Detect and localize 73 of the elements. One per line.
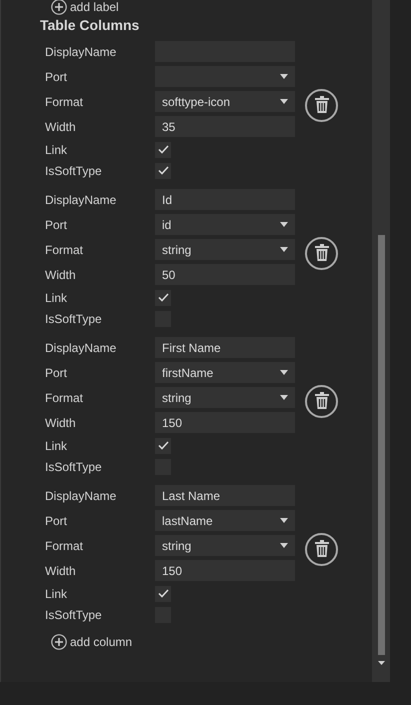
field-label: Width <box>45 562 77 580</box>
field-label: Link <box>45 438 68 454</box>
field-label: Link <box>45 142 68 158</box>
field-label: DisplayName <box>45 340 118 356</box>
dropdown-field[interactable] <box>155 66 295 87</box>
section-title: Table Columns <box>40 16 140 35</box>
caret-down-icon <box>280 74 288 79</box>
text-field[interactable]: Last Name <box>155 485 295 506</box>
field-label: Width <box>45 266 77 284</box>
field-label: DisplayName <box>45 488 118 504</box>
field-label: Port <box>45 512 68 530</box>
checkmark-icon <box>158 166 168 175</box>
text-field[interactable]: 50 <box>155 264 295 285</box>
field-label: Link <box>45 290 68 306</box>
caret-down-icon <box>280 543 288 548</box>
scroll-down-arrow-icon[interactable] <box>378 661 384 665</box>
checkmark-icon <box>158 589 168 598</box>
field-label: DisplayName <box>45 192 118 208</box>
dropdown-field[interactable]: string <box>155 387 295 408</box>
field-label: Link <box>45 586 68 602</box>
dropdown-field[interactable]: id <box>155 214 295 235</box>
plus-circle-icon <box>51 0 67 15</box>
field-label: Width <box>45 118 77 136</box>
trash-icon <box>314 96 330 114</box>
field-label: IsSoftType <box>45 458 103 476</box>
text-field[interactable]: 35 <box>155 116 295 137</box>
text-field[interactable]: First Name <box>155 337 295 358</box>
trash-icon <box>314 540 330 558</box>
dropdown-field[interactable]: string <box>155 239 295 260</box>
text-field[interactable]: 150 <box>155 412 295 433</box>
checkbox[interactable] <box>155 162 171 178</box>
checkmark-icon <box>158 293 168 302</box>
field-label: Width <box>45 414 77 432</box>
checkbox[interactable] <box>155 438 171 454</box>
dropdown-field[interactable]: firstName <box>155 362 295 383</box>
delete-button[interactable] <box>305 384 338 418</box>
add-column-button[interactable]: add column <box>51 633 132 651</box>
delete-button[interactable] <box>305 88 338 122</box>
field-label: Format <box>45 94 84 110</box>
caret-down-icon <box>280 370 288 375</box>
field-label: IsSoftType <box>45 606 103 624</box>
dropdown-field[interactable]: lastName <box>155 510 295 531</box>
field-label: IsSoftType <box>45 310 103 328</box>
caret-down-icon <box>280 518 288 523</box>
field-label: IsSoftType <box>45 162 103 180</box>
checkbox[interactable] <box>155 290 171 306</box>
caret-down-icon <box>280 395 288 400</box>
text-field[interactable]: Id <box>155 189 295 210</box>
checkmark-icon <box>158 441 168 450</box>
plus-circle-icon <box>51 634 67 650</box>
field-label: Format <box>45 390 84 406</box>
add-label-button[interactable]: add label <box>51 0 372 14</box>
text-field[interactable]: 150 <box>155 560 295 581</box>
caret-down-icon <box>280 222 288 227</box>
checkbox[interactable] <box>155 586 171 602</box>
dropdown-field[interactable]: softtype-icon <box>155 91 295 112</box>
delete-button[interactable] <box>305 532 338 566</box>
field-label: DisplayName <box>45 44 118 60</box>
scrollbar-thumb[interactable] <box>378 235 384 655</box>
scrollbar[interactable] <box>372 0 390 682</box>
field-label: Format <box>45 538 84 554</box>
field-label: Port <box>45 68 68 86</box>
delete-button[interactable] <box>305 236 338 270</box>
field-label: Port <box>45 216 68 234</box>
checkbox[interactable] <box>155 142 171 158</box>
field-label: Format <box>45 242 84 258</box>
checkmark-icon <box>158 145 168 154</box>
caret-down-icon <box>280 99 288 104</box>
trash-icon <box>314 392 330 410</box>
trash-icon <box>314 244 330 262</box>
dropdown-field[interactable]: string <box>155 535 295 556</box>
field-label: Port <box>45 364 68 382</box>
caret-down-icon <box>280 247 288 252</box>
